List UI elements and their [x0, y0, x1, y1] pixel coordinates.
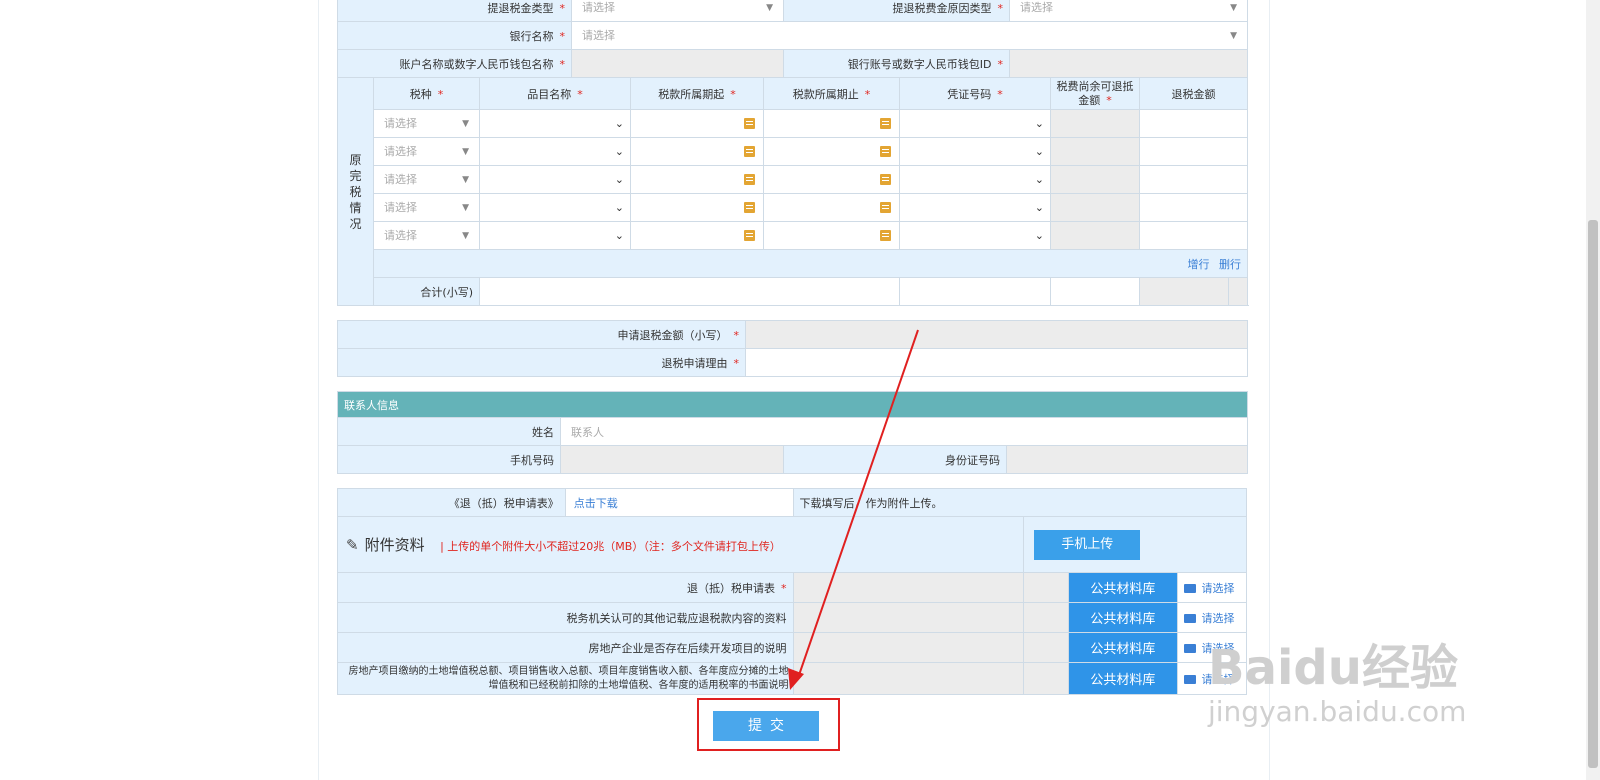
- arrow-head: [788, 668, 804, 690]
- watermark-sub: jingyan.baidu.com: [1208, 695, 1467, 728]
- arrow-line: [797, 329, 919, 679]
- watermark-main: Baidu经验: [1208, 640, 1458, 696]
- vertical-scrollbar[interactable]: [1586, 0, 1600, 780]
- baidu-watermark: Baidu经验 jingyan.baidu.com: [1198, 600, 1488, 740]
- submit-button[interactable]: 提交: [713, 711, 819, 741]
- scrollbar-thumb[interactable]: [1588, 220, 1598, 768]
